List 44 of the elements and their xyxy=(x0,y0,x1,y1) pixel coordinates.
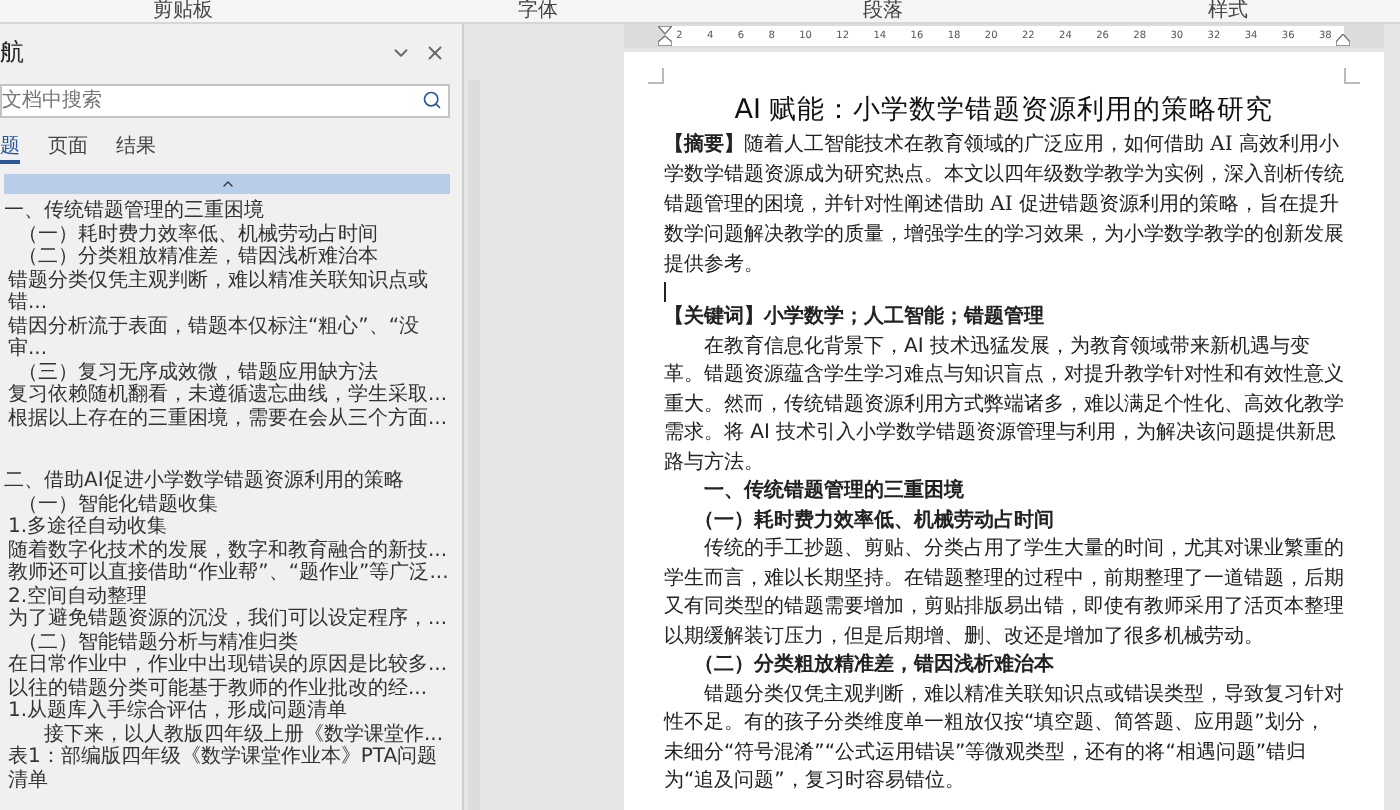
document-title: AI 赋能：小学数学错题资源利用的策略研究 xyxy=(732,92,1276,128)
pane-tab[interactable]: 题 xyxy=(0,132,20,164)
body-paragraph: 错题分类仅凭主观判断，难以精准关联知识点或错误类型，导致复习针对性不足。有的孩子分类维度单一粗放仅按“填空题、简答题、应用题”划分，未细分“符号混淆”“公式运用错误”等微观类型，还有的将“相遇问题”错归为“追及问题”，复习时容易错位。 xyxy=(664,681,1344,796)
pane-tab[interactable]: 页面 xyxy=(48,132,88,164)
indent-marker-icon[interactable] xyxy=(658,26,672,46)
nav-heading[interactable]: 错题分类仅凭主观判断，难以精准关联知识点或错... xyxy=(0,269,450,315)
search-field[interactable]: 文档中搜索 xyxy=(0,84,450,118)
nav-heading[interactable]: 以往的错题分类可能基于教师的作业批改的经... xyxy=(0,677,450,700)
ribbon-group-label: 段落 xyxy=(862,0,903,22)
nav-heading[interactable]: 一、传统错题管理的三重困境 xyxy=(0,200,450,223)
close-icon[interactable] xyxy=(424,41,446,63)
pane-tab[interactable]: 结果 xyxy=(116,132,156,164)
keywords-line: 【关键词】小学数学；人工智能；错题管理 xyxy=(664,304,1046,332)
search-icon[interactable] xyxy=(422,90,442,110)
nav-heading[interactable]: 接下来，以人教版四年级上册《数学课堂作... xyxy=(0,723,450,746)
body-paragraph: 在教育信息化背景下，AI 技术迅猛发展，为教育领域带来新机遇与变革。错题资源蕴含学生学习难点与知识盲点，对提升教学针对性和有效性意义重大。然而，传统错题资源利用方式弊端诸多，难以满足个性化、高效化教学需求。将 AI 技术引入小学数学错题资源管理与利用，为解决该问题提供新思路与方法。 xyxy=(664,333,1344,477)
nav-heading[interactable]: 在日常作业中，作业中出现错误的原因是比较多... xyxy=(0,654,450,677)
pane-title: 航 xyxy=(0,35,24,69)
nav-heading[interactable]: （二）分类粗放精准差，错因浅析难治本 xyxy=(0,246,450,269)
nav-heading[interactable]: 1.多途径自动收集 xyxy=(0,516,450,539)
ribbon-group-label: 样式 xyxy=(1207,0,1248,22)
subsection-heading: （一）耗时费力效率低、机械劳动占时间 xyxy=(692,507,1056,535)
nav-heading[interactable]: 错因分析流于表面，错题本仅标注“粗心”、“没审... xyxy=(0,315,450,361)
nav-heading[interactable]: 表1：部编版四年级《数学课堂作业本》PTA问题清单 xyxy=(0,746,450,792)
nav-heading[interactable]: 随着数字化技术的发展，数字和教育融合的新技... xyxy=(0,539,450,562)
nav-heading[interactable]: 1.从题库入手综合评估，形成问题清单 xyxy=(0,700,450,723)
text-cursor xyxy=(664,282,666,302)
nav-heading[interactable]: （二）智能错题分析与精准归类 xyxy=(0,631,450,654)
nav-heading[interactable]: （三）复习无序成效微，错题应用缺方法 xyxy=(0,361,450,384)
nav-heading[interactable]: 复习依赖随机翻看，未遵循遗忘曲线，学生采取... xyxy=(0,384,450,407)
nav-heading[interactable]: （一）智能化错题收集 xyxy=(0,493,450,516)
nav-heading[interactable]: （一）耗时费力效率低、机械劳动占时间 xyxy=(0,223,450,246)
margin-corner-mark xyxy=(648,68,664,84)
nav-heading[interactable]: 2.空间自动整理 xyxy=(0,585,450,608)
subsection-heading: （二）分类粗放精准差，错因浅析难治本 xyxy=(692,652,1056,680)
nav-heading[interactable]: 教师还可以直接借助“作业帮”、“题作业”等广泛... xyxy=(0,562,450,585)
body-paragraph: 传统的手工抄题、剪贴、分类占用了学生大量的时间，尤其对课业繁重的学生而言，难以长期坚持。在错题整理的过程中，前期整理了一道错题，后期又有同类型的错题需要增加，剪贴排版易出错，即使有教师采用了活页本整理以期缓解装订压力，但是后期增、删、改还是增加了很多机械劳动。 xyxy=(664,536,1344,651)
margin-corner-mark xyxy=(1344,68,1360,84)
nav-heading[interactable]: 根据以上存在的三重困境，需要在会从三个方面... xyxy=(0,407,450,430)
section-heading: 一、传统错题管理的三重困境 xyxy=(702,478,966,506)
nav-heading[interactable]: 为了避免错题资源的沉没，我们可以设定程序，... xyxy=(0,608,450,631)
indent-marker-icon[interactable] xyxy=(1336,34,1350,46)
abstract-paragraph: 【摘要】随着人工智能技术在教育领域的广泛应用，如何借助 AI 高效利用小学数学错题资源成为研究热点。本文以四年级数学教学为实例，深入剖析传统错题管理的困境，并针对性阐述借助 AI 促进错题资源利用的策略，旨在提升数学问题解决教学的质量，增强学生的学习效果，为小学数学教学的创新发展提供参考。 xyxy=(664,130,1344,280)
nav-heading[interactable]: 二、借助AI促进小学数学错题资源利用的策略 xyxy=(0,470,450,493)
